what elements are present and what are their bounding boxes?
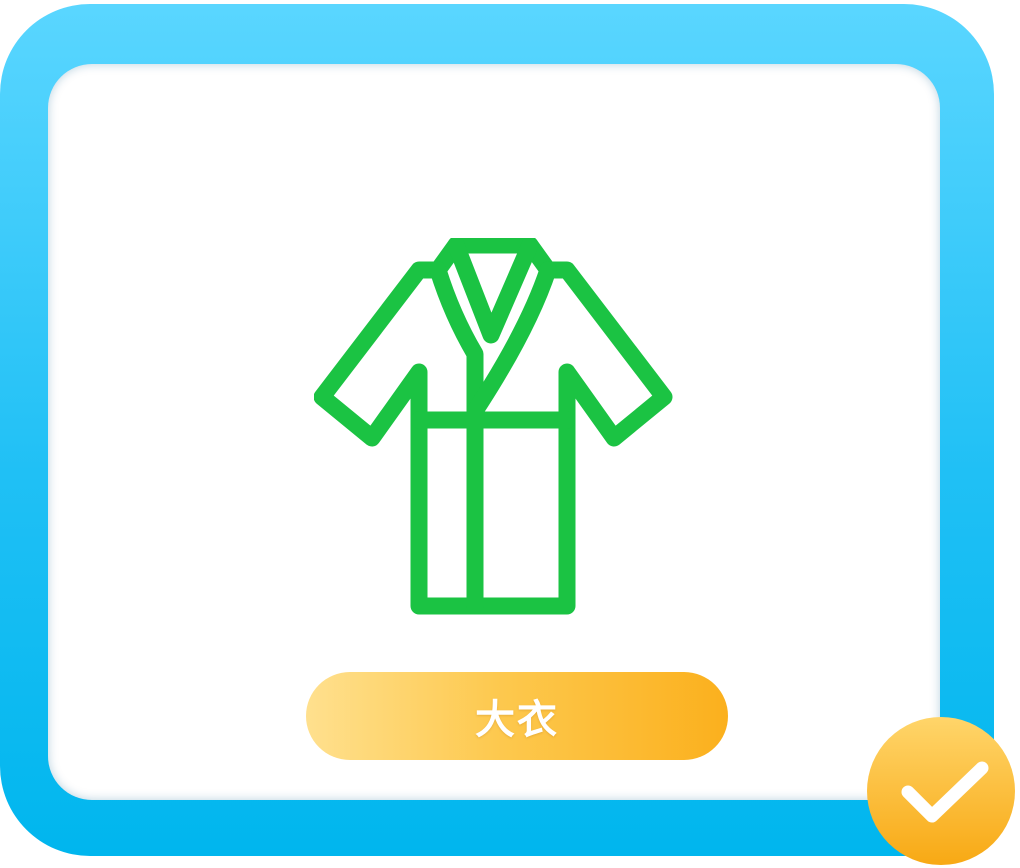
item-label-pill: 大衣 xyxy=(306,672,728,760)
checkmark-icon xyxy=(867,717,1015,865)
coat-icon xyxy=(314,238,673,615)
item-label: 大衣 xyxy=(475,697,559,743)
